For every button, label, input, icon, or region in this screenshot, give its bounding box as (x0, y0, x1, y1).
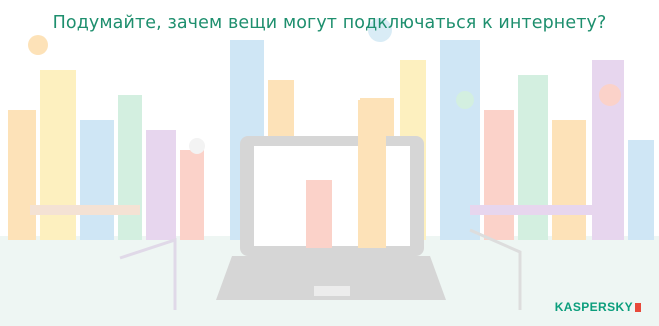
chat-bubble-icon (456, 91, 474, 109)
brand-mark (635, 302, 641, 312)
question-heading: Подумайте, зачем вещи могут подключаться… (52, 13, 607, 33)
laptop-screen-tower (358, 100, 386, 248)
gear-icon (599, 84, 621, 106)
question-icon (189, 138, 205, 154)
building (146, 130, 176, 240)
building (628, 140, 654, 240)
building (484, 110, 514, 240)
building (118, 95, 142, 240)
building (8, 110, 36, 240)
location-pin-icon (28, 35, 48, 55)
bridge (470, 205, 600, 215)
kaspersky-logo: KASPERSKY (555, 300, 641, 314)
city-illustration (0, 18, 659, 326)
building (180, 150, 204, 240)
bridge (30, 205, 140, 215)
laptop-screen-tower (306, 180, 332, 248)
building (518, 75, 548, 240)
building (552, 120, 586, 240)
brand-name: KASPERSKY (554, 300, 633, 314)
slide: Подумайте, зачем вещи могут подключаться… (0, 0, 659, 326)
building (80, 120, 114, 240)
laptop-touchpad (314, 286, 350, 296)
